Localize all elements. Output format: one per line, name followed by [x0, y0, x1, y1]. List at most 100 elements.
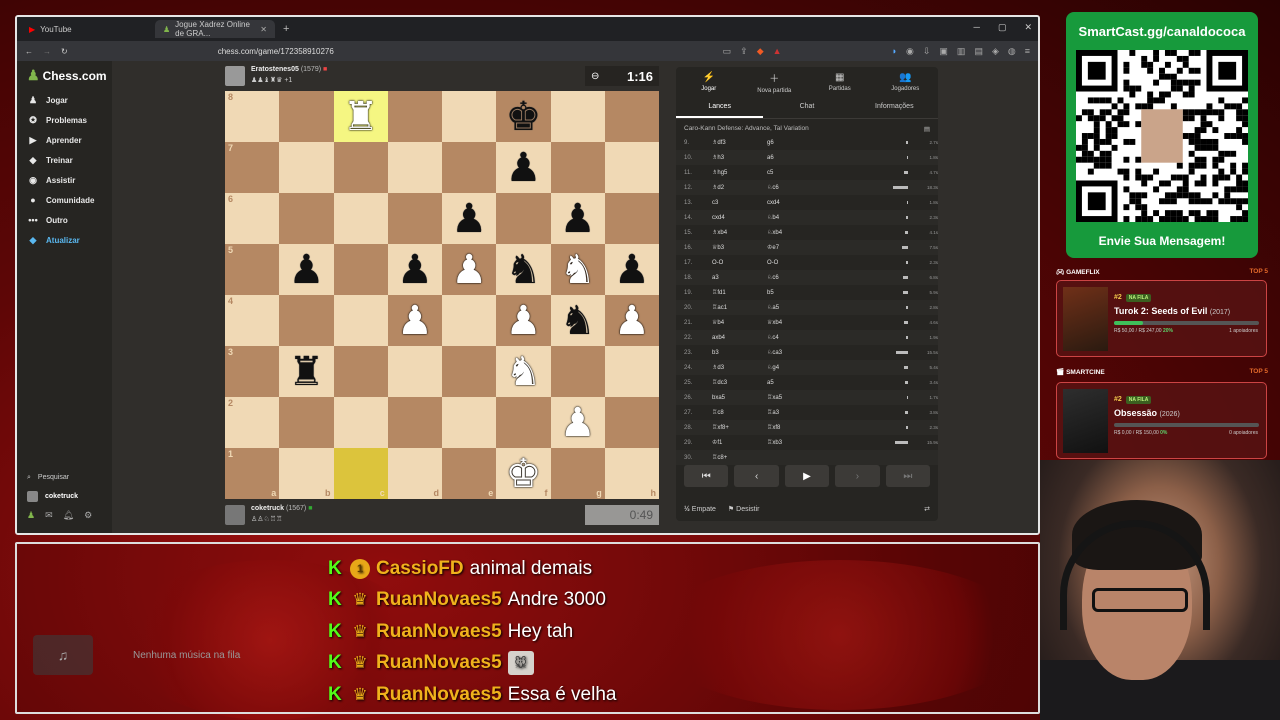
square-h5[interactable]: ♟	[604, 244, 659, 295]
black-move[interactable]: ♘xb4	[767, 229, 822, 236]
tab-nova-partida[interactable]: ＋ Nova partida	[742, 67, 808, 97]
square-a2[interactable]: 2	[225, 397, 280, 448]
white-pawn-icon[interactable]: ♟	[451, 250, 487, 290]
play-button[interactable]: ▶	[784, 465, 830, 487]
square-b6[interactable]	[279, 193, 334, 244]
square-b8[interactable]	[279, 91, 334, 142]
white-move[interactable]: ♗hg5	[712, 169, 767, 176]
black-move[interactable]: ♘c6	[767, 274, 822, 281]
white-move[interactable]: ♗d3	[712, 364, 767, 371]
download-icon[interactable]: ⇩	[923, 46, 931, 57]
black-move[interactable]: ♘a5	[767, 304, 822, 311]
black-rook-icon[interactable]: ♜	[288, 352, 324, 392]
user-button[interactable]: coketruck	[17, 487, 112, 506]
white-move[interactable]: ♖ac1	[712, 304, 767, 311]
settings-icon[interactable]: ⚙	[84, 510, 92, 521]
white-move[interactable]: ♗df3	[712, 139, 767, 146]
square-c3[interactable]	[333, 346, 388, 397]
black-pawn-icon[interactable]: ♟	[397, 250, 433, 290]
square-g1[interactable]: g	[550, 448, 605, 499]
discord-icon[interactable]: ◉	[906, 46, 914, 57]
black-pawn-icon[interactable]: ♟	[505, 148, 541, 188]
square-b3[interactable]: ♜	[279, 346, 334, 397]
square-e2[interactable]	[442, 397, 497, 448]
square-g2[interactable]: ♟	[550, 397, 605, 448]
white-move[interactable]: cxd4	[712, 215, 767, 221]
square-d8[interactable]	[387, 91, 442, 142]
black-pawn-icon[interactable]: ♟	[614, 250, 650, 290]
sidebar-item-problemas[interactable]: ✪ Problemas	[17, 110, 112, 130]
white-move[interactable]: ♔f1	[712, 439, 767, 446]
white-move[interactable]: ♖c8+	[712, 454, 767, 461]
black-knight-icon[interactable]: ♞	[560, 301, 596, 341]
square-e3[interactable]	[442, 346, 497, 397]
white-move[interactable]: axb4	[712, 335, 767, 341]
square-a5[interactable]: 5	[225, 244, 280, 295]
vpn-icon[interactable]: ◈	[992, 46, 999, 57]
square-d3[interactable]	[387, 346, 442, 397]
square-c8[interactable]: ♜	[333, 91, 388, 142]
white-move[interactable]: ♗xb4	[712, 229, 767, 236]
square-g3[interactable]	[550, 346, 605, 397]
bell-icon[interactable]: 🔔︎	[63, 510, 74, 521]
flip-board-icon[interactable]: ⇄	[924, 505, 930, 513]
new-tab-button[interactable]: +	[283, 23, 289, 35]
tab-partidas[interactable]: ▦ Partidas	[807, 67, 873, 97]
chess-logo[interactable]: ♟ Chess.com	[17, 61, 112, 90]
tab-jogar[interactable]: ⚡ Jogar	[676, 67, 742, 97]
forward-icon[interactable]: →	[43, 47, 51, 56]
tabs-icon[interactable]: ▤	[974, 46, 983, 57]
black-move[interactable]: ♕xb4	[767, 319, 822, 326]
square-a3[interactable]: 3	[225, 346, 280, 397]
black-move[interactable]: ♖xa5	[767, 394, 822, 401]
square-g7[interactable]	[550, 142, 605, 193]
black-move[interactable]: cxd4	[767, 200, 822, 206]
white-move[interactable]: a3	[712, 275, 767, 281]
search-button[interactable]: ⌕ Pesquisar	[17, 468, 112, 487]
square-d7[interactable]	[387, 142, 442, 193]
sidebar-item-treinar[interactable]: ◆ Treinar	[17, 150, 112, 170]
black-move[interactable]: ♘c4	[767, 334, 822, 341]
tab-informacoes[interactable]: Informações	[851, 97, 938, 118]
square-e5[interactable]: ♟	[442, 244, 497, 295]
sidebar-item-comunidade[interactable]: ● Comunidade	[17, 190, 112, 210]
draw-button[interactable]: ½ Empate	[684, 506, 716, 513]
white-move[interactable]: ♕b4	[712, 319, 767, 326]
square-h1[interactable]: h	[604, 448, 659, 499]
square-c1[interactable]: c	[333, 448, 388, 499]
white-move[interactable]: b3	[712, 350, 767, 356]
square-a1[interactable]: 1a	[225, 448, 280, 499]
black-pawn-icon[interactable]: ♟	[560, 199, 596, 239]
tab-youtube[interactable]: ▶ YouTube	[21, 20, 151, 38]
square-e8[interactable]	[442, 91, 497, 142]
book-icon[interactable]: ▤	[924, 125, 930, 133]
white-move[interactable]: ♖fd1	[712, 289, 767, 296]
black-move[interactable]: ♘c6	[767, 184, 822, 191]
square-h3[interactable]	[604, 346, 659, 397]
square-d5[interactable]: ♟	[387, 244, 442, 295]
previous-move-button[interactable]: ‹	[734, 465, 779, 487]
square-h4[interactable]: ♟	[604, 295, 659, 346]
white-knight-icon[interactable]: ♞	[560, 250, 596, 290]
player-name[interactable]: coketruck	[251, 505, 284, 512]
black-move[interactable]: ♖a3	[767, 409, 822, 416]
white-move[interactable]: ♗d2	[712, 184, 767, 191]
close-tab-icon[interactable]: ✕	[260, 25, 267, 34]
sidebar-item-outro[interactable]: ••• Outro	[17, 210, 112, 230]
resign-button[interactable]: ⚑ Desistir	[728, 505, 760, 513]
square-d4[interactable]: ♟	[387, 295, 442, 346]
square-d6[interactable]	[387, 193, 442, 244]
black-move[interactable]: ♖xf8	[767, 424, 822, 431]
tab-lances[interactable]: Lances	[676, 97, 764, 118]
menu-icon[interactable]: ≡	[1025, 46, 1030, 57]
square-a8[interactable]: 8	[225, 91, 280, 142]
square-a6[interactable]: 6	[225, 193, 280, 244]
tab-chat[interactable]: Chat	[763, 97, 850, 118]
square-c6[interactable]	[333, 193, 388, 244]
sidebar-item-assistir[interactable]: ◉ Assistir	[17, 170, 112, 190]
white-move[interactable]: ♖xf8+	[712, 424, 767, 431]
wallet-icon[interactable]: ◗	[892, 46, 897, 57]
mail-icon[interactable]: ✉	[45, 510, 53, 521]
sidebar-item-aprender[interactable]: ▶ Aprender	[17, 130, 112, 150]
player-name[interactable]: Eratostenes05	[251, 66, 299, 73]
